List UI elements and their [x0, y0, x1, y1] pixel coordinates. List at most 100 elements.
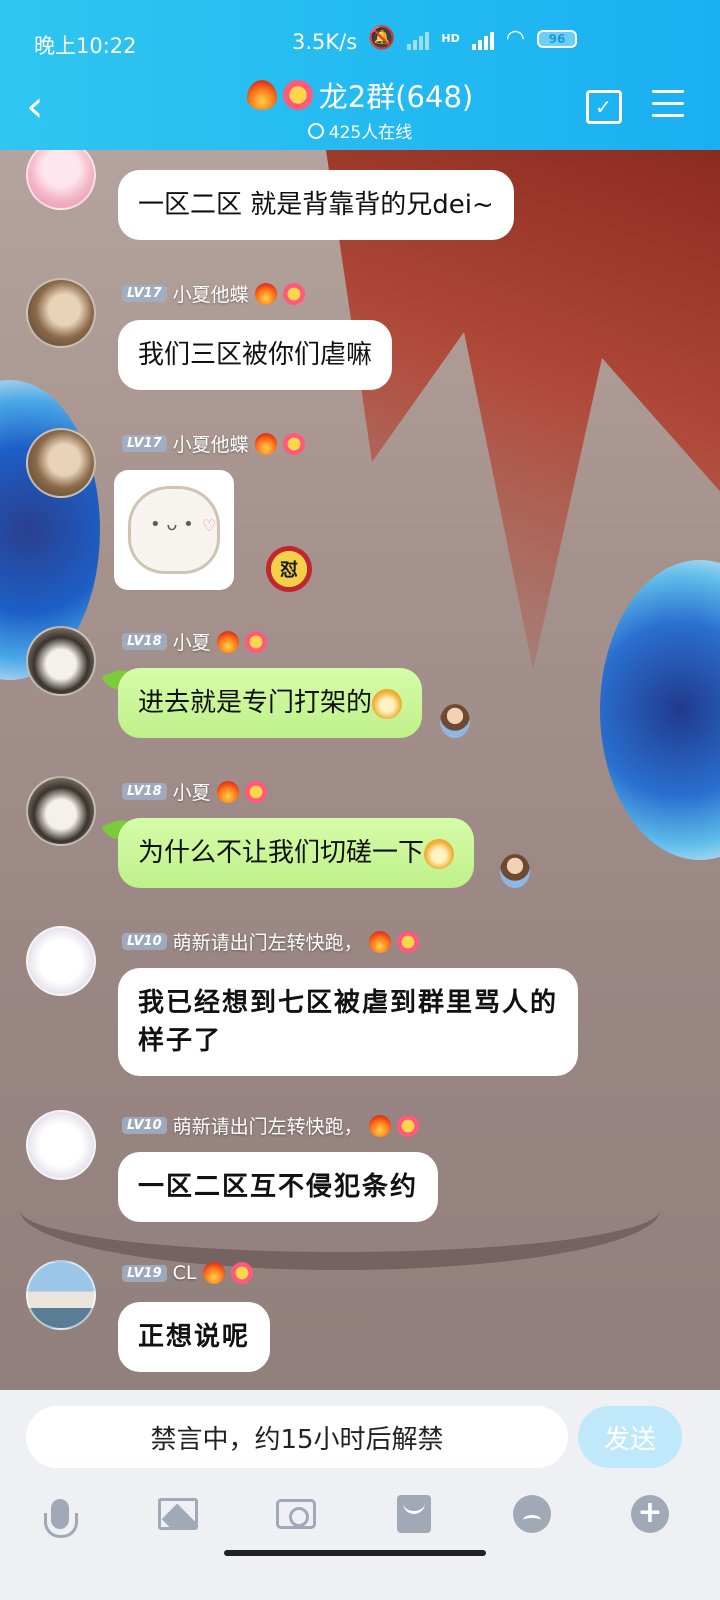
chat-header: ‹ 龙2群(648) 425人在线 — [0, 70, 720, 150]
signal-icon-sim1 — [471, 28, 494, 50]
flower-face-icon — [230, 1262, 253, 1284]
sender-name[interactable]: 小夏 — [173, 778, 211, 805]
send-label: 发送 — [603, 1424, 656, 1455]
sticker-image[interactable]: • ᴗ • ♡ — [114, 470, 234, 590]
cat-avatar[interactable] — [26, 776, 96, 846]
hamburger-menu-icon[interactable] — [652, 90, 684, 120]
message-bubble[interactable]: 正想说呢 — [118, 1302, 271, 1372]
couple-photo-avatar[interactable] — [26, 1260, 96, 1330]
sender-name[interactable]: 萌新请出门左转快跑， — [173, 928, 363, 955]
group-name: 龙2群(648) — [318, 80, 474, 114]
level-badge: LV10 — [122, 933, 167, 950]
white-hair-avatar[interactable] — [26, 1110, 96, 1180]
sender-meta: LV17 小夏他蝶 — [122, 430, 305, 457]
red-packet-icon[interactable] — [390, 1490, 438, 1538]
message-bubble[interactable]: 一区二区 就是背靠背的兄dei~ — [118, 170, 514, 240]
sender-name[interactable]: 小夏他蝶 — [173, 280, 249, 307]
status-icons: 🔕 HD ◠ 96 — [368, 26, 577, 51]
white-hair-avatar[interactable] — [26, 926, 96, 996]
smile-ring-icon — [307, 122, 324, 139]
status-time: 晚上10:22 — [34, 34, 137, 58]
sender-meta: LV18 小夏 — [122, 628, 267, 655]
message-text: 我已经想到七区被虐到群里骂人的样子了 — [138, 988, 559, 1056]
flower-face-icon — [396, 930, 419, 953]
calendar-check-icon[interactable] — [586, 90, 622, 124]
level-badge: LV19 — [122, 1264, 167, 1282]
message-text: 一区二区 就是背靠背的兄dei~ — [138, 190, 494, 220]
sender-meta: LV17 小夏他蝶 — [122, 280, 305, 307]
mute-bell-icon: 🔕 — [368, 26, 396, 51]
message-text: 正想说呢 — [138, 1322, 251, 1352]
cat-avatar[interactable] — [26, 626, 96, 696]
doge-emoji-icon — [372, 688, 403, 719]
send-button[interactable]: 发送 — [578, 1406, 682, 1468]
message-text: 一区二区互不侵犯条约 — [138, 1172, 419, 1202]
fire-icon — [202, 1262, 225, 1284]
message-text: 进去就是专门打架的 — [138, 688, 373, 718]
muted-input-field[interactable]: 禁言中，约15小时后解禁 — [26, 1406, 568, 1468]
fire-icon — [368, 1114, 391, 1137]
sender-name[interactable]: 萌新请出门左转快跑， — [173, 1112, 363, 1139]
bubble-person-decoration-icon — [440, 704, 470, 738]
level-badge: LV18 — [122, 633, 167, 650]
top-bar: 晚上10:22 3.5K/s 🔕 HD ◠ 96 ‹ 龙2群(648) 425人… — [0, 0, 720, 150]
emoji-icon[interactable] — [508, 1490, 556, 1538]
online-text: 425人在线 — [328, 123, 413, 143]
online-count: 425人在线 — [307, 118, 413, 143]
group-title: 龙2群(648) — [246, 74, 474, 116]
plus-icon[interactable]: + — [626, 1490, 674, 1538]
flower-face-icon — [244, 780, 267, 803]
fire-icon — [254, 282, 277, 305]
sender-name[interactable]: 小夏 — [173, 628, 211, 655]
reaction-badge[interactable]: 怼 — [266, 546, 312, 592]
microphone-icon[interactable] — [36, 1490, 84, 1538]
bear-face: • ᴗ • — [150, 514, 194, 535]
flower-face-icon — [244, 630, 267, 653]
camera-icon[interactable] — [272, 1490, 320, 1538]
heart-icon: ♡ — [202, 516, 217, 535]
sender-meta: LV19 CL — [122, 1262, 253, 1284]
input-toolbar: + — [0, 1490, 720, 1550]
fire-icon — [368, 930, 391, 953]
message-bubble[interactable]: 我们三区被你们虐嘛 — [118, 320, 393, 390]
message-bubble[interactable]: 我已经想到七区被虐到群里骂人的样子了 — [118, 968, 578, 1076]
hd-label: HD — [441, 32, 460, 45]
flower-face-icon — [282, 282, 305, 305]
fire-icon — [216, 780, 239, 803]
level-badge: LV17 — [122, 435, 167, 452]
doge-emoji-icon — [424, 838, 455, 869]
fire-icon — [216, 630, 239, 653]
message-bubble[interactable]: 进去就是专门打架的 — [118, 668, 423, 738]
brown-hair-avatar[interactable] — [26, 428, 96, 498]
sender-name[interactable]: 小夏他蝶 — [173, 430, 249, 457]
sender-meta: LV10 萌新请出门左转快跑， — [122, 1112, 419, 1139]
sender-meta: LV10 萌新请出门左转快跑， — [122, 928, 419, 955]
level-badge: LV10 — [122, 1117, 167, 1134]
battery-icon: 96 — [536, 29, 577, 48]
network-speed: 3.5K/s — [292, 30, 358, 54]
battery-level: 96 — [548, 31, 566, 46]
brown-hair-avatar[interactable] — [26, 278, 96, 348]
wifi-icon: ◠ — [505, 26, 525, 51]
sender-meta: LV18 小夏 — [122, 778, 267, 805]
status-bar: 晚上10:22 3.5K/s 🔕 HD ◠ 96 — [0, 0, 720, 80]
image-icon[interactable] — [154, 1490, 202, 1538]
reaction-badge-text: 怼 — [280, 560, 298, 581]
bubble-person-decoration-icon — [500, 854, 530, 888]
home-indicator[interactable] — [224, 1550, 486, 1556]
flower-face-icon — [282, 432, 305, 455]
level-badge: LV17 — [122, 285, 167, 302]
fire-icon — [246, 80, 277, 110]
sender-name[interactable]: CL — [173, 1262, 197, 1284]
level-badge: LV18 — [122, 783, 167, 800]
message-bubble[interactable]: 为什么不让我们切磋一下 — [118, 818, 475, 888]
message-bubble[interactable]: 一区二区互不侵犯条约 — [118, 1152, 439, 1222]
flower-face-icon — [282, 80, 313, 110]
message-text: 我们三区被你们虐嘛 — [138, 340, 373, 370]
signal-icon-sim2 — [407, 28, 430, 50]
message-list[interactable]: 一区二区 就是背靠背的兄dei~ LV17 小夏他蝶 我们三区被你们虐嘛 LV1… — [0, 150, 720, 1390]
pink-anime-avatar[interactable] — [26, 150, 96, 210]
fire-icon — [254, 432, 277, 455]
flower-face-icon — [396, 1114, 419, 1137]
input-area: 禁言中，约15小时后解禁 发送 + — [0, 1390, 720, 1600]
